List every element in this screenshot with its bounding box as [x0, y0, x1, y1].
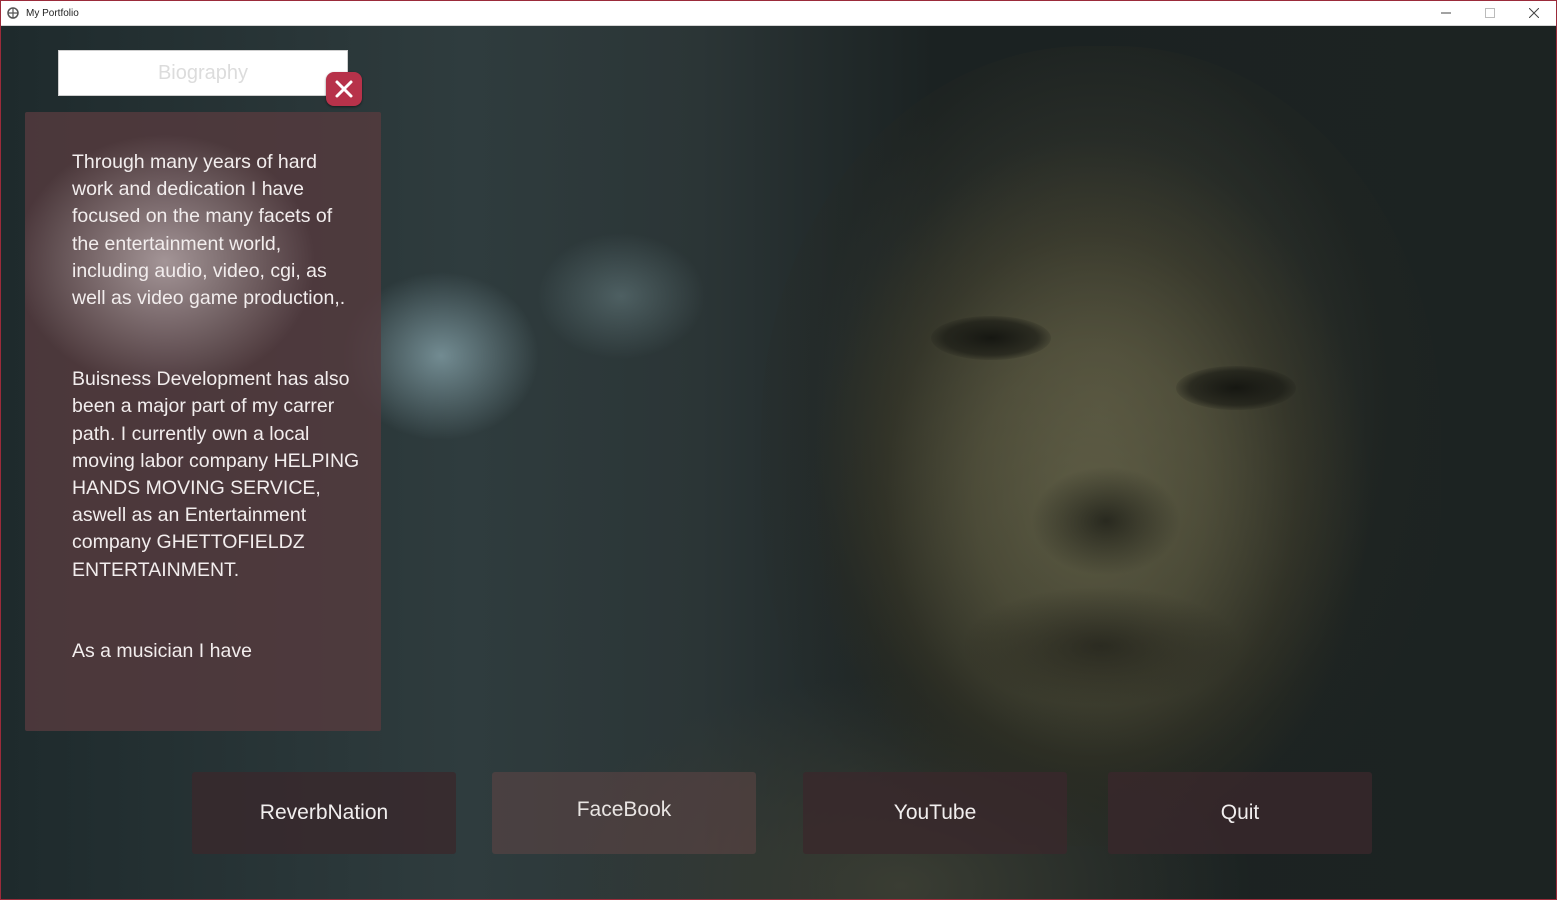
portrait-eye-right: [1176, 366, 1296, 410]
portrait-eye-left: [931, 316, 1051, 360]
background-portrait: Biography Through many years of hard wor…: [1, 26, 1556, 899]
biography-panel: Through many years of hard work and dedi…: [25, 112, 381, 731]
portrait-mouth: [961, 586, 1241, 706]
quit-button[interactable]: Quit: [1108, 772, 1372, 854]
portrait-nose: [1031, 466, 1181, 576]
biography-text: Through many years of hard work and dedi…: [72, 149, 362, 665]
minimize-icon[interactable]: [1424, 1, 1468, 25]
title-bar: My Portfolio: [1, 1, 1556, 26]
maximize-icon[interactable]: [1468, 1, 1512, 25]
window-title: My Portfolio: [26, 7, 79, 19]
close-panel-button[interactable]: [326, 72, 362, 106]
reverbnation-button[interactable]: ReverbNation: [192, 772, 456, 854]
app-icon: [7, 7, 19, 19]
biography-paragraph: As a musician I have: [72, 639, 252, 662]
portrait-face: [761, 46, 1441, 846]
facebook-button[interactable]: FaceBook: [492, 772, 756, 854]
biography-paragraph: Buisness Development has also been a maj…: [72, 368, 360, 581]
biography-title-field[interactable]: Biography: [58, 50, 348, 96]
close-x-icon: [335, 80, 353, 98]
app-window: My Portfolio Biography Through many year…: [0, 0, 1557, 900]
biography-title-placeholder: Biography: [157, 61, 249, 84]
window-controls: [1424, 1, 1556, 25]
close-icon[interactable]: [1512, 1, 1556, 25]
youtube-button[interactable]: YouTube: [803, 772, 1067, 854]
biography-paragraph: Through many years of hard work and dedi…: [72, 151, 346, 310]
